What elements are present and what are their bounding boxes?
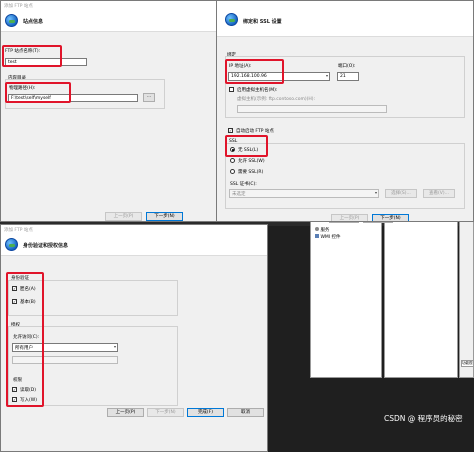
header-title: 身份验证和授权信息 (23, 243, 69, 249)
cert-label: SSL 证书(C): (230, 182, 257, 187)
vhost-input[interactable] (237, 105, 387, 113)
cert-select-button[interactable]: 选择(S)... (385, 189, 417, 198)
auth-window: 添加 FTP 站点 身份验证和授权信息 身份验证 ✓ 匿名(A) ✓ 基本(B)… (0, 224, 268, 452)
vhost-label: 启用虚拟主机名(M): (237, 88, 278, 93)
tree-item-wmi[interactable]: WMI 控件 (315, 234, 341, 240)
binding-ssl-window: 绑定和 SSL 设置 绑定 IP 地址(A): 192.168.100.96 ▾… (216, 0, 474, 222)
watermark: CSDN @ 程序员的秘密 (384, 414, 463, 423)
ssl-allow-radio[interactable] (230, 158, 235, 163)
gear-icon (315, 227, 319, 231)
side-panel: 功能视 (459, 214, 474, 378)
tree-panel: 服务 WMI 控件 (310, 214, 382, 378)
prev-button[interactable]: 上一页(P) (331, 214, 368, 221)
chevron-down-icon: ▾ (325, 73, 328, 78)
autostart-label: 自动启动 FTP 站点 (236, 129, 274, 134)
ssl-require-radio[interactable] (230, 169, 235, 174)
cert-select[interactable]: 未选定 ▾ (229, 189, 379, 198)
vhost-checkbox[interactable] (229, 87, 234, 92)
tree-item-services[interactable]: 服务 (315, 227, 329, 233)
globe-icon (5, 14, 18, 27)
chevron-down-icon: ▾ (113, 344, 116, 349)
highlight-phys-path (5, 82, 71, 103)
vhost-field-label: 虚拟主机(示例: ftp.contoso.com)(H): (237, 97, 316, 102)
next-button[interactable]: 下一步(N) (146, 212, 183, 221)
header-title: 绑定和 SSL 设置 (243, 19, 282, 25)
globe-icon (5, 238, 18, 251)
next-button[interactable]: 下一步(N) (372, 214, 409, 221)
browse-button[interactable]: ... (143, 93, 155, 102)
wizard-header: 站点信息 (1, 10, 217, 32)
highlight-permissions (6, 272, 44, 407)
ssl-require-label: 需要 SSL(R) (238, 170, 264, 175)
port-input[interactable]: 21 (337, 72, 359, 81)
globe-icon (225, 13, 238, 26)
feature-view-tab[interactable]: 功能视 (461, 360, 474, 367)
header-title: 站点信息 (23, 19, 44, 25)
autostart-checkbox[interactable]: ✓ (228, 128, 233, 133)
wizard-header: 身份验证和授权信息 (1, 234, 267, 256)
site-info-window: 添加 FTP 站点 站点信息 FTP 站点名称(T): test 内容目录 物理… (0, 0, 218, 222)
prev-button[interactable]: 上一页(P) (105, 212, 142, 221)
highlight-ssl (225, 135, 268, 157)
next-button[interactable]: 下一步(N) (147, 408, 184, 417)
highlight-site-name (2, 45, 62, 67)
window-title: 添加 FTP 站点 (1, 1, 217, 10)
window-title: 添加 FTP 站点 (1, 225, 267, 234)
chevron-down-icon: ▾ (374, 190, 377, 195)
cert-view-button[interactable]: 查看(V)... (423, 189, 455, 198)
finish-button[interactable]: 完成(F) (187, 408, 224, 417)
ssl-allow-label: 允许 SSL(W) (238, 159, 265, 164)
cancel-button[interactable]: 取消 (227, 408, 264, 417)
prev-button[interactable]: 上一页(P) (107, 408, 144, 417)
wizard-header: 绑定和 SSL 设置 (217, 1, 473, 37)
highlight-ip (225, 59, 284, 84)
content-panel (384, 214, 458, 378)
port-label: 端口(O): (338, 64, 356, 69)
wmi-icon (315, 234, 319, 238)
